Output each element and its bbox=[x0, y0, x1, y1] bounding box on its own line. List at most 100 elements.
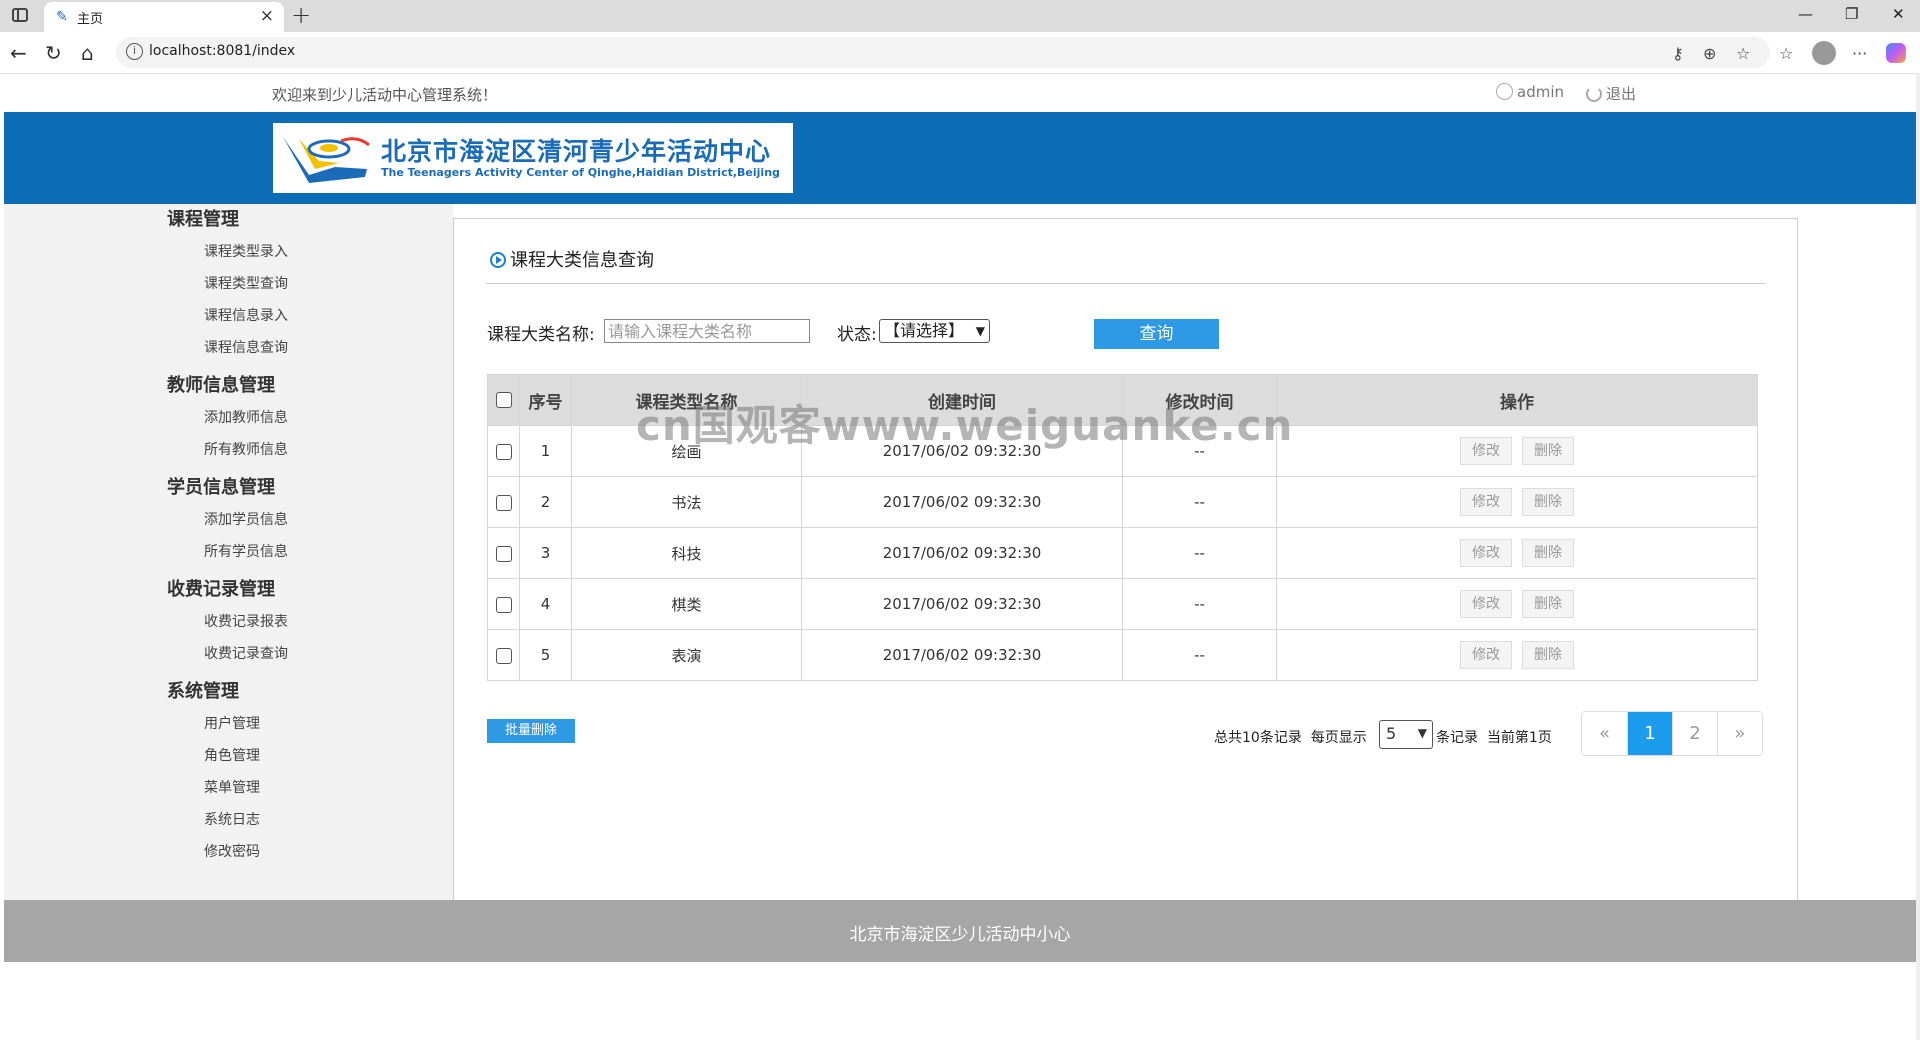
edit-button[interactable]: 修改 bbox=[1460, 539, 1512, 567]
menu-group-teacher: 教师信息管理 添加教师信息 所有教师信息 bbox=[167, 370, 288, 466]
edit-button[interactable]: 修改 bbox=[1460, 488, 1512, 516]
zoom-icon[interactable]: ⊕ bbox=[1703, 44, 1716, 63]
menu-item-fee-report[interactable]: 收费记录报表 bbox=[167, 606, 288, 638]
refresh-icon[interactable]: ↻ bbox=[45, 41, 62, 65]
sidebar-toggle-icon[interactable] bbox=[12, 8, 28, 22]
menu-item-roles[interactable]: 角色管理 bbox=[167, 740, 260, 772]
more-icon[interactable]: ··· bbox=[1852, 44, 1867, 63]
row-no: 2 bbox=[519, 476, 572, 528]
pager-current: 当前第1页 bbox=[1486, 730, 1552, 746]
page-button[interactable]: 2 bbox=[1672, 712, 1717, 755]
menu-group-course: 课程管理 课程类型录入 课程类型查询 课程信息录入 课程信息查询 bbox=[167, 204, 288, 364]
page-title-text: 课程大类信息查询 bbox=[510, 250, 654, 271]
menu-group-student: 学员信息管理 添加学员信息 所有学员信息 bbox=[167, 472, 288, 568]
delete-button[interactable]: 删除 bbox=[1522, 641, 1574, 669]
key-icon[interactable]: ⚷ bbox=[1672, 44, 1684, 63]
name-search-input[interactable] bbox=[604, 319, 810, 343]
status-select[interactable]: 【请选择】 ▼ bbox=[879, 319, 990, 343]
table-row: 4 棋类 2017/06/02 09:32:30 -- 修改 删除 bbox=[487, 578, 1758, 630]
menu-item-course-info-add[interactable]: 课程信息录入 bbox=[167, 300, 288, 332]
query-button[interactable]: 查询 bbox=[1094, 319, 1219, 349]
delete-button[interactable]: 删除 bbox=[1522, 488, 1574, 516]
batch-delete-button[interactable]: 批量删除 bbox=[487, 719, 575, 743]
page-size-select[interactable]: 5 ▼ bbox=[1379, 720, 1433, 749]
menu-item-users[interactable]: 用户管理 bbox=[167, 708, 260, 740]
row-checkbox[interactable] bbox=[495, 596, 512, 613]
pager-total: 总共10条记录 bbox=[1214, 730, 1302, 746]
edit-button[interactable]: 修改 bbox=[1460, 641, 1512, 669]
profile-avatar[interactable] bbox=[1812, 41, 1836, 65]
page-title: 课程大类信息查询 bbox=[490, 246, 654, 272]
row-name: 科技 bbox=[571, 527, 802, 579]
menu-item-course-info-query[interactable]: 课程信息查询 bbox=[167, 332, 288, 364]
new-tab-icon[interactable]: + bbox=[291, 1, 311, 29]
window-close-icon[interactable]: ✕ bbox=[1892, 5, 1905, 23]
home-icon[interactable]: ⌂ bbox=[81, 41, 94, 65]
menu-item-student-add[interactable]: 添加学员信息 bbox=[167, 504, 288, 536]
row-actions: 修改 删除 bbox=[1276, 476, 1758, 528]
header-cell: 操作 bbox=[1276, 374, 1758, 426]
favorites-icon[interactable]: ☆ bbox=[1779, 44, 1793, 63]
info-icon[interactable]: i bbox=[126, 43, 143, 60]
site-logo[interactable]: 北京市海淀区清河青少年活动中心 The Teenagers Activity C… bbox=[273, 123, 793, 193]
prev-page-button[interactable]: « bbox=[1582, 712, 1627, 755]
back-icon[interactable]: ← bbox=[10, 41, 27, 65]
row-checkbox[interactable] bbox=[495, 647, 512, 664]
menu-item-teacher-all[interactable]: 所有教师信息 bbox=[167, 434, 288, 466]
menu-title[interactable]: 课程管理 bbox=[167, 204, 288, 236]
menu-item-course-type-add[interactable]: 课程类型录入 bbox=[167, 236, 288, 268]
footer-text: 北京市海淀区少儿活动中小心 bbox=[849, 925, 1071, 945]
logo-chinese-name: 北京市海淀区清河青少年活动中心 bbox=[381, 137, 772, 166]
edit-button[interactable]: 修改 bbox=[1460, 437, 1512, 465]
menu-item-teacher-add[interactable]: 添加教师信息 bbox=[167, 402, 288, 434]
user-link[interactable]: admin bbox=[1496, 83, 1564, 101]
favorite-star-icon[interactable]: ☆ bbox=[1736, 44, 1750, 63]
menu-item-logs[interactable]: 系统日志 bbox=[167, 804, 260, 836]
username: admin bbox=[1517, 83, 1564, 101]
copilot-icon[interactable] bbox=[1886, 43, 1906, 63]
select-all-checkbox[interactable] bbox=[495, 392, 512, 408]
next-page-button[interactable]: » bbox=[1717, 712, 1762, 755]
logout-label: 退出 bbox=[1606, 85, 1637, 103]
row-select-cell bbox=[487, 578, 520, 630]
menu-item-fee-query[interactable]: 收费记录查询 bbox=[167, 638, 288, 670]
menu-item-student-all[interactable]: 所有学员信息 bbox=[167, 536, 288, 568]
edit-button[interactable]: 修改 bbox=[1460, 590, 1512, 618]
delete-button[interactable]: 删除 bbox=[1522, 590, 1574, 618]
menu-title[interactable]: 教师信息管理 bbox=[167, 370, 288, 402]
row-checkbox[interactable] bbox=[495, 443, 512, 460]
menu-title[interactable]: 系统管理 bbox=[167, 676, 260, 708]
welcome-text: 欢迎来到少儿活动中心管理系统！ bbox=[272, 86, 498, 104]
url-field[interactable]: i localhost:8081/index bbox=[116, 37, 1770, 68]
row-actions: 修改 删除 bbox=[1276, 629, 1758, 681]
delete-button[interactable]: 删除 bbox=[1522, 437, 1574, 465]
row-no: 5 bbox=[519, 629, 572, 681]
close-icon[interactable]: × bbox=[260, 6, 274, 26]
menu-title[interactable]: 学员信息管理 bbox=[167, 472, 288, 504]
row-modified: -- bbox=[1122, 578, 1277, 630]
row-select-cell bbox=[487, 476, 520, 528]
menu-item-course-type-query[interactable]: 课程类型查询 bbox=[167, 268, 288, 300]
menu-item-change-password[interactable]: 修改密码 bbox=[167, 836, 260, 868]
menu-title[interactable]: 收费记录管理 bbox=[167, 574, 288, 606]
table-row: 5 表演 2017/06/02 09:32:30 -- 修改 删除 bbox=[487, 629, 1758, 681]
row-checkbox[interactable] bbox=[495, 545, 512, 562]
row-no: 3 bbox=[519, 527, 572, 579]
row-no: 4 bbox=[519, 578, 572, 630]
restore-icon[interactable]: ❐ bbox=[1845, 5, 1858, 23]
logout-link[interactable]: 退出 bbox=[1586, 83, 1636, 104]
browser-tab[interactable]: ✎ 主页 × bbox=[44, 2, 284, 32]
user-icon bbox=[1496, 83, 1513, 100]
tab-title: 主页 bbox=[77, 12, 104, 27]
page-button[interactable]: 1 bbox=[1627, 712, 1672, 755]
menu-item-menus[interactable]: 菜单管理 bbox=[167, 772, 260, 804]
pagination: « 1 2 » bbox=[1581, 711, 1763, 756]
top-bar: 欢迎来到少儿活动中心管理系统！ admin 退出 bbox=[4, 74, 1916, 112]
banner: 北京市海淀区清河青少年活动中心 The Teenagers Activity C… bbox=[4, 112, 1916, 204]
minimize-icon[interactable]: — bbox=[1798, 5, 1813, 23]
scrollbar[interactable] bbox=[1916, 74, 1920, 1040]
table-row: 3 科技 2017/06/02 09:32:30 -- 修改 删除 bbox=[487, 527, 1758, 579]
row-checkbox[interactable] bbox=[495, 494, 512, 511]
address-bar: ← ↻ ⌂ i localhost:8081/index ⚷ ⊕ ☆ ☆ ··· bbox=[0, 32, 1920, 74]
delete-button[interactable]: 删除 bbox=[1522, 539, 1574, 567]
